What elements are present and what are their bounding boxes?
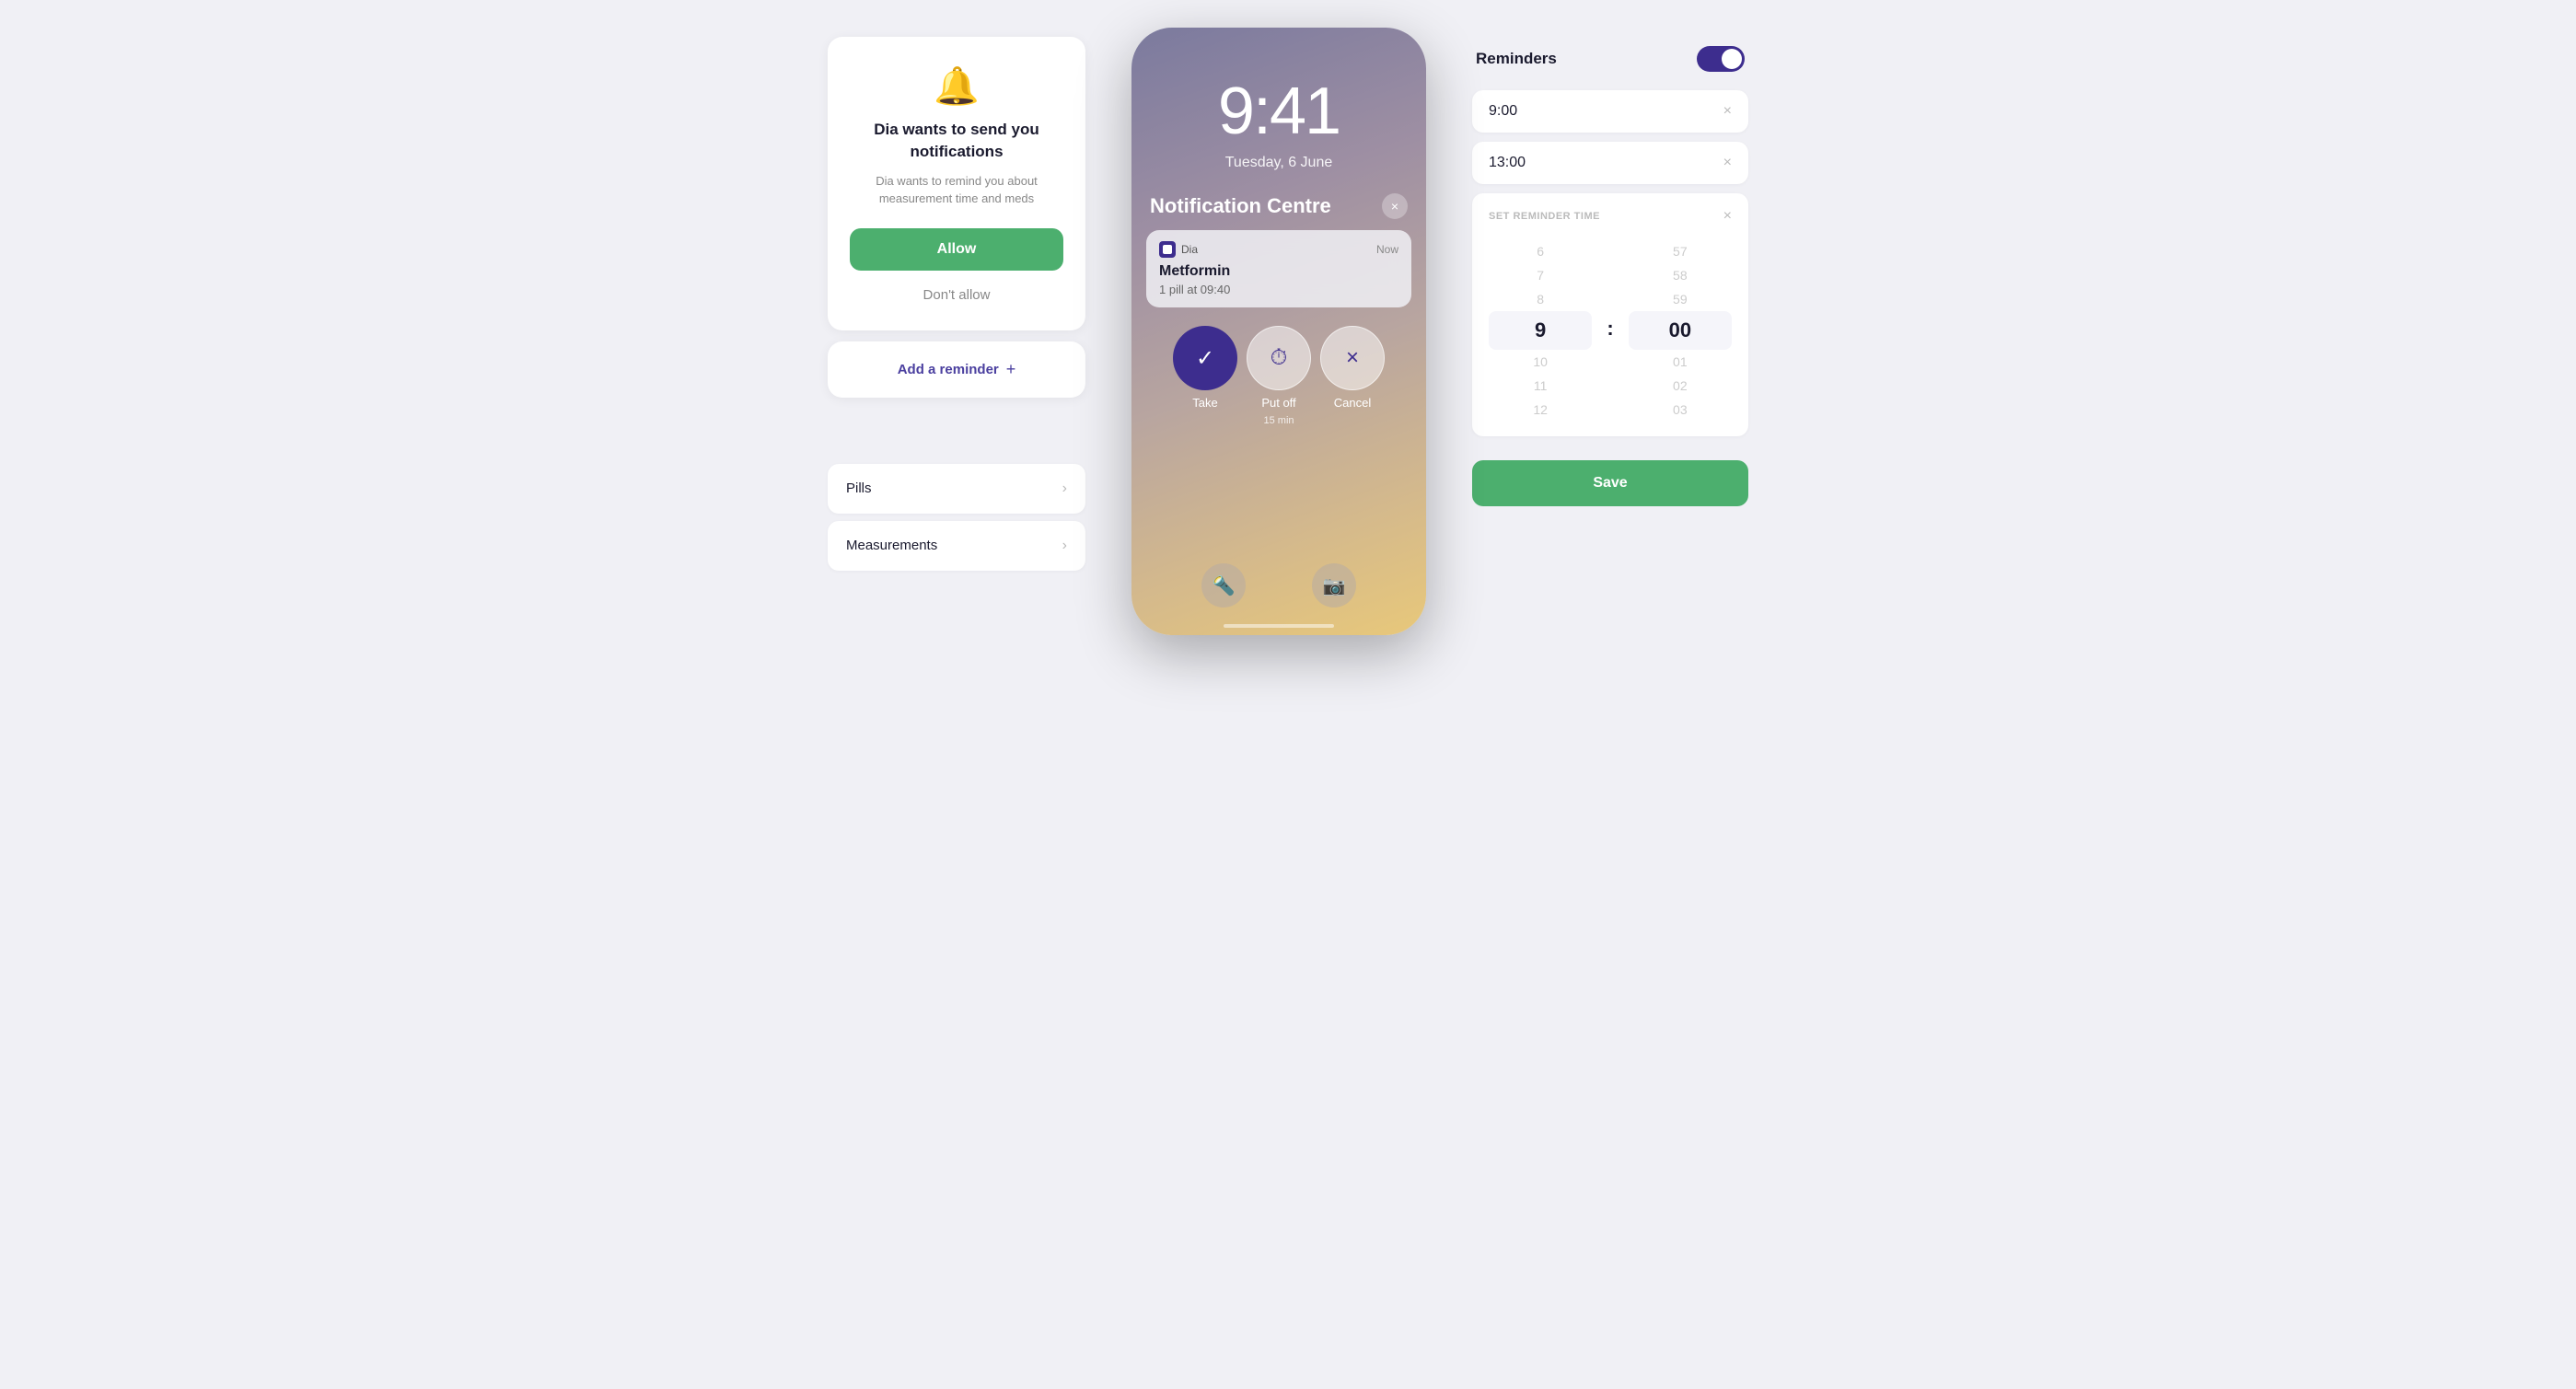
cancel-action-label: Cancel bbox=[1334, 396, 1371, 410]
left-panel: 🔔 Dia wants to send you notifications Di… bbox=[809, 18, 1104, 596]
phone-frame: 9:41 Tuesday, 6 June Notification Centre… bbox=[1131, 28, 1426, 635]
minute-item-01[interactable]: 01 bbox=[1629, 350, 1732, 374]
measurements-menu-item[interactable]: Measurements › bbox=[828, 521, 1085, 571]
put-off-action-button[interactable]: ⏱ Put off 15 min bbox=[1247, 326, 1311, 426]
flashlight-icon: 🔦 bbox=[1201, 563, 1246, 608]
pills-menu-item[interactable]: Pills › bbox=[828, 464, 1085, 514]
notification-item-header: Dia Now bbox=[1159, 241, 1398, 258]
phone-date: Tuesday, 6 June bbox=[1131, 155, 1426, 171]
allow-button[interactable]: Allow bbox=[850, 228, 1063, 271]
hour-item-6[interactable]: 6 bbox=[1489, 239, 1592, 263]
clock-icon: ⏱ bbox=[1271, 345, 1288, 371]
plus-icon: + bbox=[1006, 360, 1016, 379]
hour-item-12[interactable]: 12 bbox=[1489, 398, 1592, 422]
cancel-x-icon: × bbox=[1346, 345, 1359, 371]
notification-app: Dia bbox=[1159, 241, 1198, 258]
pills-chevron-icon: › bbox=[1062, 480, 1067, 497]
add-reminder-label: Add a reminder bbox=[898, 362, 999, 377]
hour-item-9-selected[interactable]: 9 bbox=[1489, 311, 1592, 350]
menu-items: Pills › Measurements › bbox=[828, 464, 1085, 578]
hour-item-11[interactable]: 11 bbox=[1489, 374, 1592, 398]
time-separator: : bbox=[1607, 317, 1613, 344]
notification-subtitle: Dia wants to remind you about measuremen… bbox=[850, 172, 1063, 208]
put-off-action-label: Put off bbox=[1261, 396, 1295, 410]
right-panel: Reminders 9:00 × 13:00 × SET REMINDER TI… bbox=[1454, 18, 1767, 525]
notification-centre-close-button[interactable]: × bbox=[1382, 193, 1408, 219]
medication-description: 1 pill at 09:40 bbox=[1159, 283, 1398, 296]
minute-item-00-selected[interactable]: 00 bbox=[1629, 311, 1732, 350]
notification-item: Dia Now Metformin 1 pill at 09:40 bbox=[1146, 230, 1411, 307]
cancel-action-button[interactable]: × Cancel bbox=[1320, 326, 1385, 426]
notification-title: Dia wants to send you notifications bbox=[850, 119, 1063, 163]
notification-card: 🔔 Dia wants to send you notifications Di… bbox=[828, 37, 1085, 330]
app-name: Dia bbox=[1181, 243, 1198, 256]
time-slot-2: 13:00 × bbox=[1472, 142, 1748, 184]
toggle-knob bbox=[1722, 49, 1742, 69]
home-indicator bbox=[1224, 624, 1334, 628]
notification-timestamp: Now bbox=[1376, 243, 1398, 256]
set-reminder-label: SET REMINDER TIME bbox=[1489, 211, 1600, 222]
take-action-button[interactable]: ✓ Take bbox=[1173, 326, 1237, 426]
center-panel: 9:41 Tuesday, 6 June Notification Centre… bbox=[1104, 18, 1454, 644]
minute-item-59[interactable]: 59 bbox=[1629, 287, 1732, 311]
reminders-title: Reminders bbox=[1476, 50, 1557, 68]
put-off-action-circle: ⏱ bbox=[1247, 326, 1311, 390]
minute-item-03[interactable]: 03 bbox=[1629, 398, 1732, 422]
hour-item-10[interactable]: 10 bbox=[1489, 350, 1592, 374]
measurements-chevron-icon: › bbox=[1062, 538, 1067, 554]
put-off-sub-label: 15 min bbox=[1263, 415, 1294, 426]
medication-name: Metformin bbox=[1159, 263, 1398, 280]
take-action-label: Take bbox=[1192, 396, 1217, 410]
time-slot-1-value: 9:00 bbox=[1489, 103, 1517, 120]
notification-centre-title: Notification Centre bbox=[1150, 194, 1331, 218]
hour-picker[interactable]: 6 7 8 9 10 11 12 bbox=[1489, 239, 1592, 422]
notification-centre-header: Notification Centre × bbox=[1146, 193, 1411, 219]
app-icon bbox=[1159, 241, 1176, 258]
minute-item-58[interactable]: 58 bbox=[1629, 263, 1732, 287]
notification-actions: ✓ Take ⏱ Put off 15 min × Cancel bbox=[1146, 326, 1411, 426]
set-reminder-close-button[interactable]: × bbox=[1723, 208, 1732, 225]
minute-picker[interactable]: 57 58 59 00 01 02 03 bbox=[1629, 239, 1732, 422]
add-reminder-button[interactable]: Add a reminder + bbox=[898, 360, 1016, 379]
dont-allow-button[interactable]: Don't allow bbox=[918, 282, 996, 308]
take-checkmark-icon: ✓ bbox=[1196, 345, 1214, 372]
time-slot-2-remove-button[interactable]: × bbox=[1723, 155, 1732, 171]
time-slot-1-remove-button[interactable]: × bbox=[1723, 103, 1732, 120]
camera-icon: 📷 bbox=[1312, 563, 1356, 608]
reminder-card: Add a reminder + bbox=[828, 341, 1085, 398]
time-slot-2-value: 13:00 bbox=[1489, 155, 1526, 171]
set-reminder-header: SET REMINDER TIME × bbox=[1489, 208, 1732, 225]
minute-item-02[interactable]: 02 bbox=[1629, 374, 1732, 398]
save-button[interactable]: Save bbox=[1472, 460, 1748, 506]
bell-icon: 🔔 bbox=[934, 64, 980, 108]
take-action-circle: ✓ bbox=[1173, 326, 1237, 390]
reminders-header: Reminders bbox=[1472, 37, 1748, 90]
set-reminder-section: SET REMINDER TIME × 6 7 8 9 10 11 12 : 5… bbox=[1472, 193, 1748, 436]
minute-item-57[interactable]: 57 bbox=[1629, 239, 1732, 263]
reminders-toggle[interactable] bbox=[1697, 46, 1745, 72]
phone-bottom-bar: 🔦 📷 bbox=[1131, 563, 1426, 608]
hour-item-8[interactable]: 8 bbox=[1489, 287, 1592, 311]
time-picker: 6 7 8 9 10 11 12 : 57 58 59 00 01 02 03 bbox=[1489, 239, 1732, 422]
measurements-label: Measurements bbox=[846, 538, 937, 553]
phone-time: 9:41 bbox=[1131, 74, 1426, 149]
hour-item-7[interactable]: 7 bbox=[1489, 263, 1592, 287]
pills-label: Pills bbox=[846, 480, 872, 496]
notification-centre: Notification Centre × Dia Now Metformin bbox=[1146, 193, 1411, 426]
cancel-action-circle: × bbox=[1320, 326, 1385, 390]
close-icon: × bbox=[1391, 199, 1398, 214]
time-slot-1: 9:00 × bbox=[1472, 90, 1748, 133]
app-icon-inner bbox=[1163, 245, 1172, 254]
